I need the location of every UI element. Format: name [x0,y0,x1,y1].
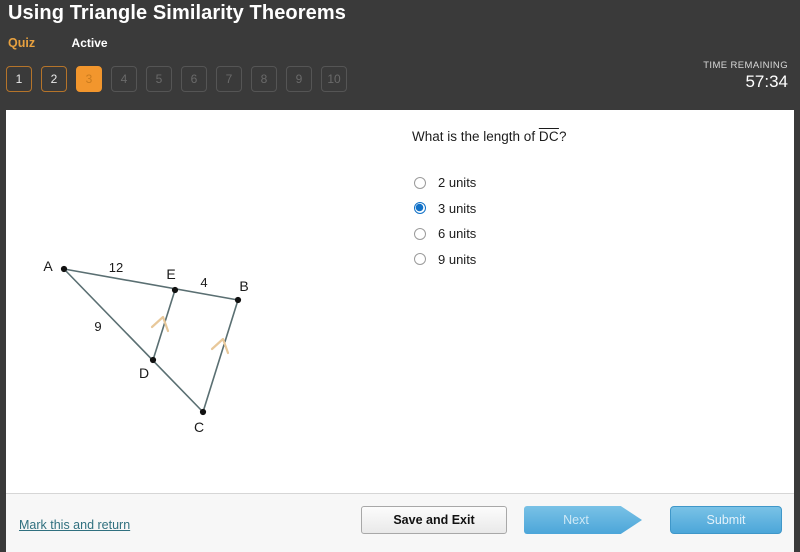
page-footer: Mark this and return Save and Exit Next … [6,493,794,552]
pager-button-3[interactable]: 3 [76,66,102,92]
next-button[interactable]: Next [524,506,642,534]
footer-button-row: Save and Exit Next Submit [361,505,782,535]
geometry-figure-svg: A E B D C 12 4 9 [43,258,248,435]
measure-label-12: 12 [109,260,123,275]
vertex-label-E: E [166,266,175,282]
question-area: What is the length of DC? 2 units 3 units… [406,110,794,493]
time-remaining-value: 57:34 [745,72,788,91]
breadcrumb-status-label: Active [71,36,108,50]
question-prompt-segment: DC [538,129,559,144]
time-remaining: TIME REMAINING 57:34 [703,60,788,92]
question-prompt-suffix: ? [558,129,567,144]
breadcrumb-quiz-label: Quiz [8,36,36,50]
question-prompt: What is the length of DC? [412,129,566,144]
quiz-page: Using Triangle Similarity Theorems Quiz … [0,0,800,552]
answer-options: 2 units 3 units 6 units 9 units [414,170,714,272]
vertex-dot-A [60,265,68,273]
mark-this-and-return-link[interactable]: Mark this and return [19,518,130,532]
radio-button-2[interactable] [414,202,426,215]
answer-option-label-1: 2 units [438,175,477,191]
vertex-dot-C [199,408,207,416]
pager-button-6: 6 [181,66,207,92]
answer-option-label-4: 9 units [438,251,477,267]
measure-label-4: 4 [200,275,207,290]
time-remaining-label: TIME REMAINING [703,60,788,71]
answer-option-3[interactable]: 6 units [414,221,714,247]
save-and-exit-button[interactable]: Save and Exit [361,506,507,534]
vertex-dot-B [234,296,242,304]
page-header: Using Triangle Similarity Theorems Quiz … [0,0,800,110]
vertex-label-A: A [43,258,53,274]
pager-button-2[interactable]: 2 [41,66,67,92]
page-title: Using Triangle Similarity Theorems [8,2,346,24]
pager-button-4: 4 [111,66,137,92]
answer-option-4[interactable]: 9 units [414,247,714,273]
geometry-diagram: A E B D C 12 4 9 [6,110,396,493]
pager-button-10: 10 [321,66,347,92]
answer-option-1[interactable]: 2 units [414,170,714,196]
question-prompt-prefix: What is the length of [412,129,539,144]
pager-button-5: 5 [146,66,172,92]
question-content-panel: A E B D C 12 4 9 What is the length of DC? 2 un… [6,110,794,493]
measure-label-9: 9 [94,319,101,334]
vertex-label-B: B [239,278,248,294]
answer-option-label-2: 3 units [438,200,477,216]
question-pager: 1 2 3 4 5 6 7 8 9 10 [6,66,347,92]
pager-button-8: 8 [251,66,277,92]
segment-ED [152,289,176,361]
vertex-dot-E [171,286,179,294]
vertex-dot-D [149,356,157,364]
answer-option-label-3: 6 units [438,226,477,242]
pager-button-9: 9 [286,66,312,92]
breadcrumb: Quiz Active [8,34,108,52]
vertex-label-C: C [194,419,204,435]
radio-button-4[interactable] [414,253,426,266]
pager-button-7: 7 [216,66,242,92]
pager-button-1[interactable]: 1 [6,66,32,92]
answer-option-2[interactable]: 3 units [414,196,714,222]
radio-button-1[interactable] [414,176,426,189]
submit-button[interactable]: Submit [670,506,782,534]
vertex-label-D: D [139,365,149,381]
segment-BC [202,299,239,413]
radio-button-3[interactable] [414,227,426,240]
